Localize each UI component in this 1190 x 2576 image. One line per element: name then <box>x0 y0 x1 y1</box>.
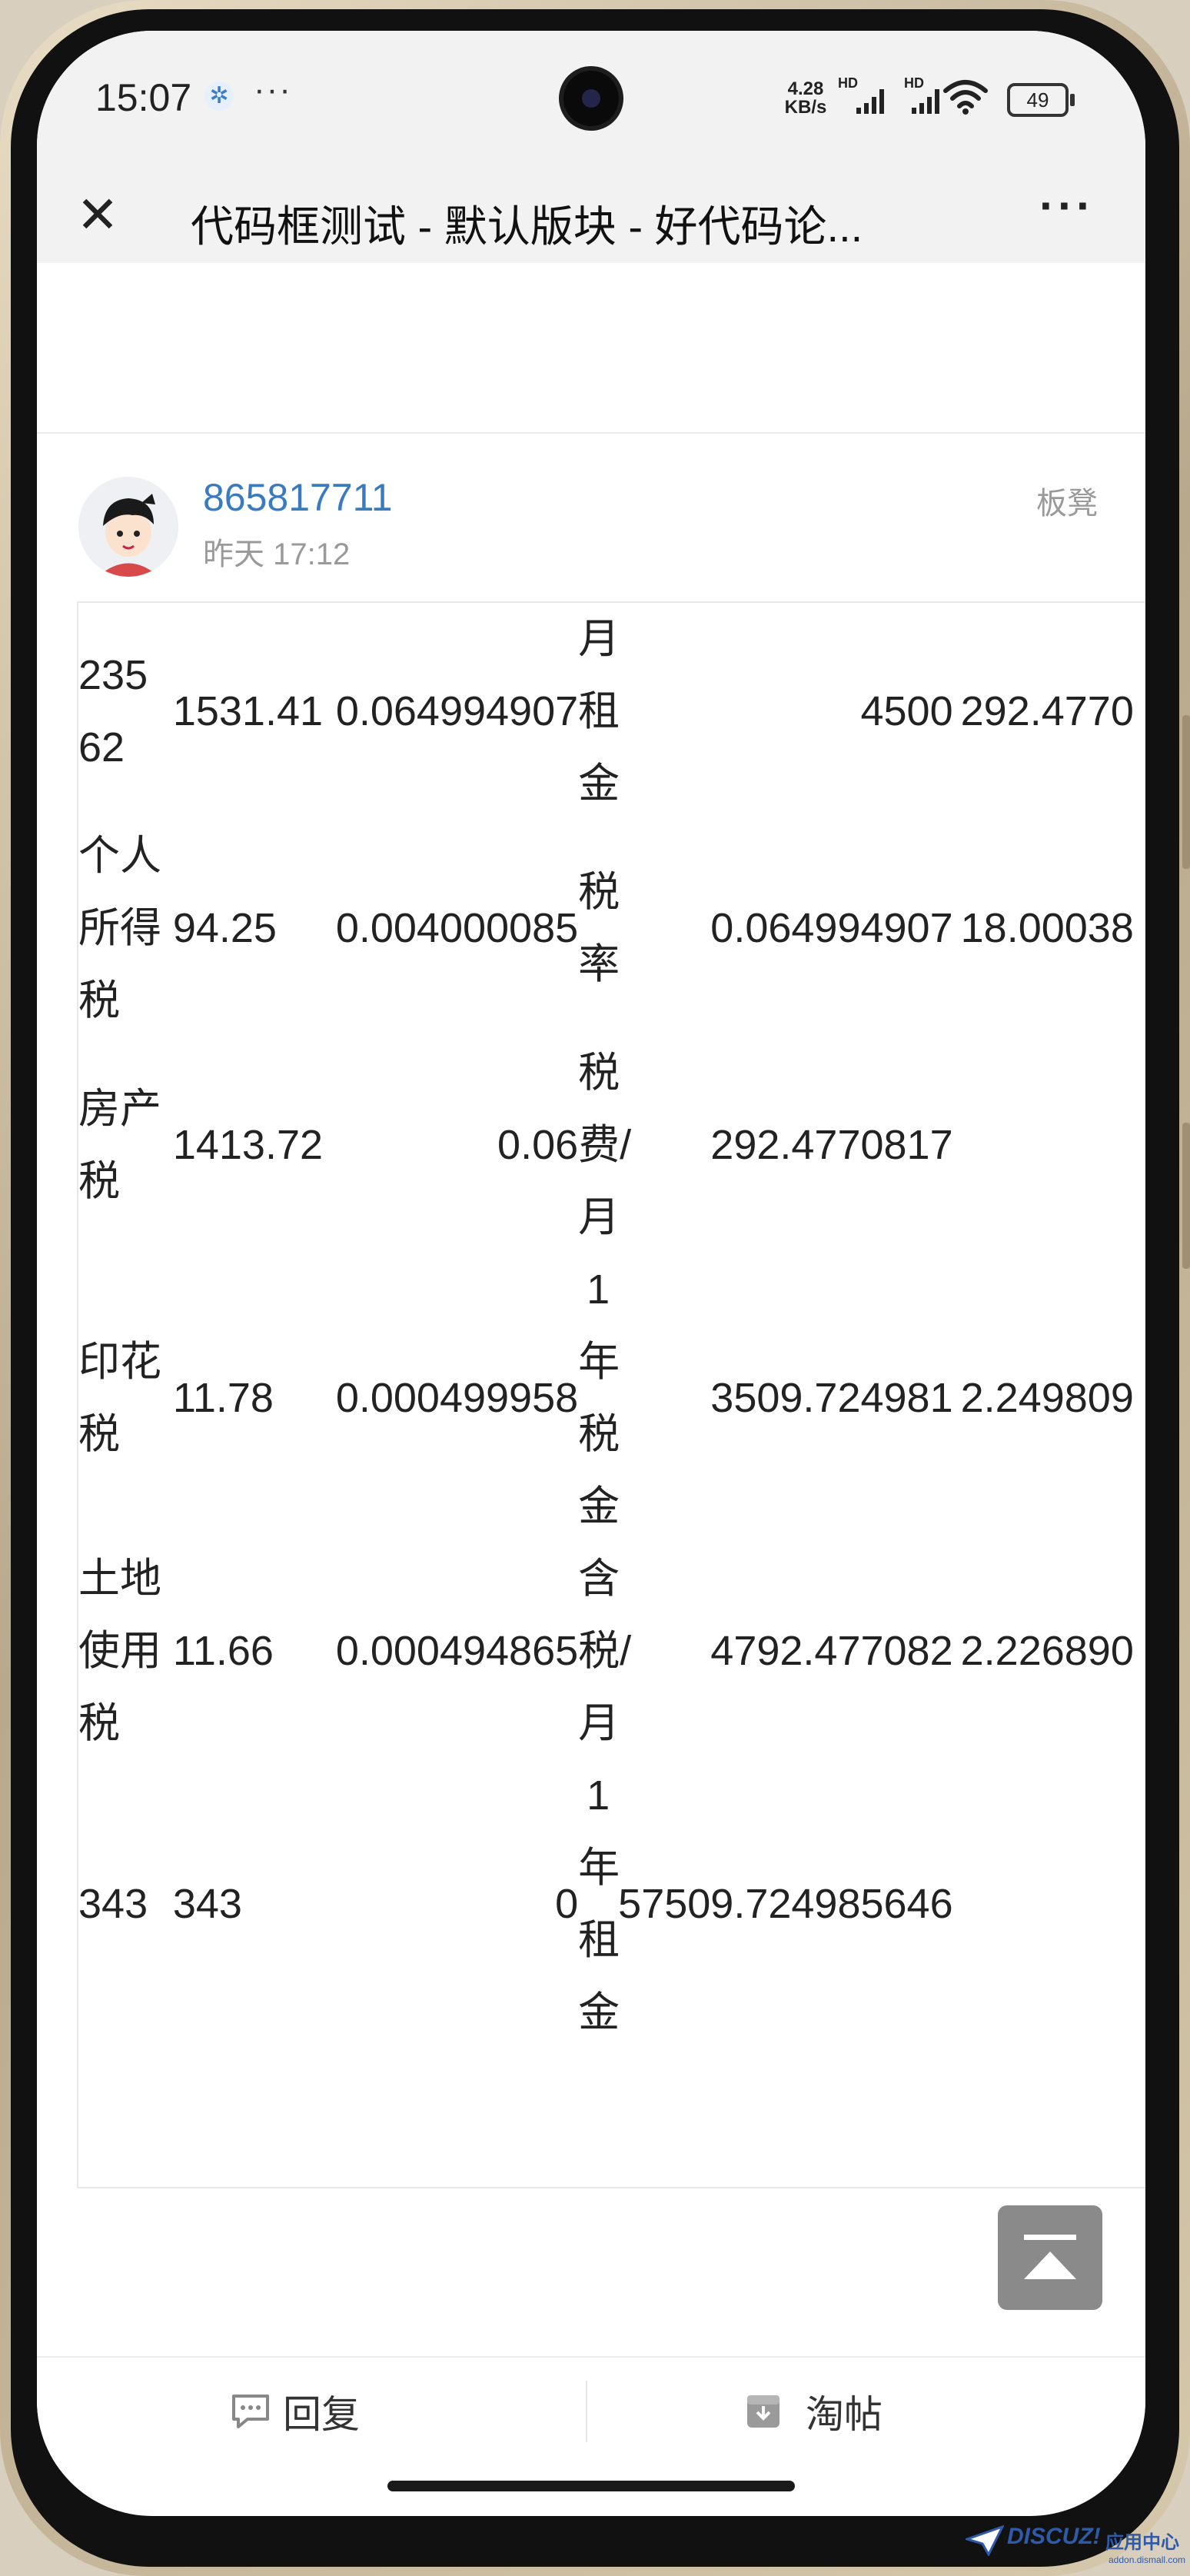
table-cell: 印花税 <box>78 1253 173 1543</box>
table-cell: 2.226890 <box>960 1628 1134 1674</box>
table-cell: 23562 <box>78 603 173 820</box>
table-cell: 1413.72 <box>172 1122 324 1168</box>
table-cell: 11.78 <box>172 1375 274 1421</box>
table-cell: 0.064994907 <box>335 688 579 734</box>
table-cell: 343 <box>172 1881 242 1927</box>
table-cell: 94.25 <box>172 905 277 951</box>
table-cell-text: 土地使用税 <box>78 1556 161 1746</box>
table-cell-text: 房产税 <box>78 1086 161 1204</box>
power-button <box>1182 1123 1190 1269</box>
table-row: 23562 1531.41 0.064994907 月租金 4500 292.4770 <box>78 603 1145 820</box>
table-cell: 3509.724981 <box>710 1375 953 1421</box>
table-row: 房产税 1413.72 0.06 税费/月 292.4770817 <box>78 1037 1145 1253</box>
watermark-sub: 应用中心 <box>1105 2532 1179 2553</box>
table-cell: 292.4770 <box>960 688 1134 734</box>
top-blank-area <box>37 263 1145 434</box>
table-cell: 4500 <box>860 688 953 734</box>
table-cell-text: 23562 <box>78 652 148 770</box>
table-cell: 月租金 <box>578 603 620 820</box>
reply-comment-icon <box>232 2395 269 2428</box>
collect-thread-button[interactable]: 淘帖 <box>744 2381 883 2442</box>
table-cell: 0.000499958 <box>335 1375 579 1421</box>
table-cell-text: 个人所得税 <box>78 833 161 1023</box>
data-table: 23562 1531.41 0.064994907 月租金 4500 292.4770 个人… <box>78 603 1145 2048</box>
back-to-top-button[interactable] <box>998 2205 1102 2310</box>
table-cell <box>953 1037 1145 1253</box>
collect-thread-label: 淘帖 <box>806 2393 883 2436</box>
volume-button <box>1182 715 1190 869</box>
table-row: 个人所得税 94.25 0.004000085 税率 0.064994907 18.000… <box>78 820 1145 1037</box>
table-cell-text: 1年租金 <box>578 1772 620 2035</box>
table-cell: 1531.41 <box>172 688 324 734</box>
table-row: 343 343 0 1年租金 57509.724985646 <box>78 1759 1145 2048</box>
reply-label: 回复 <box>283 2393 360 2436</box>
table-cell: 57509.724985646 <box>618 1881 953 1927</box>
table-cell: 含税/月 <box>578 1543 632 1759</box>
back-to-top-icon <box>1024 2235 1076 2279</box>
page-title: 代码框测试 - 默认版块 - 好代码论... <box>191 202 863 251</box>
post-author-link[interactable]: 865817711 <box>203 475 393 520</box>
status-time: 15:07 <box>95 76 192 119</box>
table-cell: 税率 <box>578 820 620 1037</box>
table-cell-text: 印花税 <box>78 1339 161 1457</box>
table-cell: 税费/月 <box>578 1037 632 1253</box>
battery-icon: 49 <box>1007 83 1075 117</box>
table-cell: 0.000494865 <box>335 1628 579 1674</box>
table-cell-text: 含税/月 <box>578 1556 632 1746</box>
divider <box>586 2381 587 2442</box>
table-cell: 0.004000085 <box>335 905 579 951</box>
post-table: 23562 1531.41 0.064994907 月租金 4500 292.4770 个人… <box>77 601 1145 2188</box>
table-cell: 11.66 <box>172 1628 274 1674</box>
table-cell: 0 <box>555 1881 579 1927</box>
table-cell: 2.249809 <box>960 1375 1134 1421</box>
net-speed: 4.28 KB/s <box>784 78 827 118</box>
bottom-action-bar: 回复 淘帖 <box>37 2356 1145 2465</box>
post-timestamp: 昨天 17:12 <box>203 537 351 571</box>
table-cell: 1年税金 <box>578 1253 620 1543</box>
notification-more-icon: ··· <box>254 71 292 108</box>
close-icon[interactable]: ✕ <box>71 188 125 241</box>
nav-bar: ✕ 代码框测试 - 默认版块 - 好代码论... ··· <box>37 169 1145 263</box>
table-cell-text: 月租金 <box>578 616 620 807</box>
wifi-icon <box>943 80 988 115</box>
more-options-icon[interactable]: ··· <box>1032 181 1102 243</box>
table-cell: 1年租金 <box>578 1759 620 2048</box>
table-cell: 个人所得税 <box>78 820 173 1037</box>
table-cell: 0.064994907 <box>710 905 953 951</box>
watermark-brand: DISCUZ! <box>1007 2524 1101 2549</box>
table-cell-text: 343 <box>78 1881 148 1927</box>
status-bar: 15:07 ✲ ··· 4.28 KB/s HD HD 49 <box>37 31 1145 169</box>
table-cell: 房产税 <box>78 1037 173 1253</box>
paper-plane-icon <box>966 2525 1004 2556</box>
table-row: 土地使用税 11.66 0.000494865 含税/月 4792.477082 2.22… <box>78 1543 1145 1759</box>
reply-button[interactable]: 回复 <box>229 2381 360 2442</box>
signal-icon-2 <box>912 89 939 114</box>
floor-label: 板凳 <box>1036 487 1098 521</box>
table-cell: 4792.477082 <box>710 1628 953 1674</box>
table-cell-text: 税率 <box>578 869 620 987</box>
home-indicator[interactable] <box>387 2481 795 2491</box>
table-cell: 土地使用税 <box>78 1543 173 1759</box>
watermark-url: addon.dismall.com <box>1109 2554 1186 2565</box>
table-cell <box>953 1759 1145 2048</box>
front-camera <box>563 71 619 126</box>
table-cell: 0.06 <box>497 1122 579 1168</box>
signal-icon-1 <box>856 89 884 114</box>
avatar[interactable] <box>78 477 178 577</box>
table-row: 印花税 11.78 0.000499958 1年税金 3509.724981 2.2498… <box>78 1253 1145 1543</box>
table-cell-text: 1年税金 <box>578 1266 620 1529</box>
table-cell: 18.00038 <box>960 905 1134 951</box>
table-cell-text: 税费/月 <box>578 1050 632 1240</box>
discuz-watermark: DISCUZ! 应用中心 addon.dismall.com <box>962 2521 1190 2567</box>
table-cell: 292.4770817 <box>710 1122 953 1168</box>
browser-app-icon: ✲ <box>204 82 234 111</box>
collect-box-icon <box>747 2395 779 2428</box>
screen: 15:07 ✲ ··· 4.28 KB/s HD HD 49 ✕ 代码框测试 -… <box>37 31 1145 2516</box>
table-cell: 343 <box>78 1759 173 2048</box>
